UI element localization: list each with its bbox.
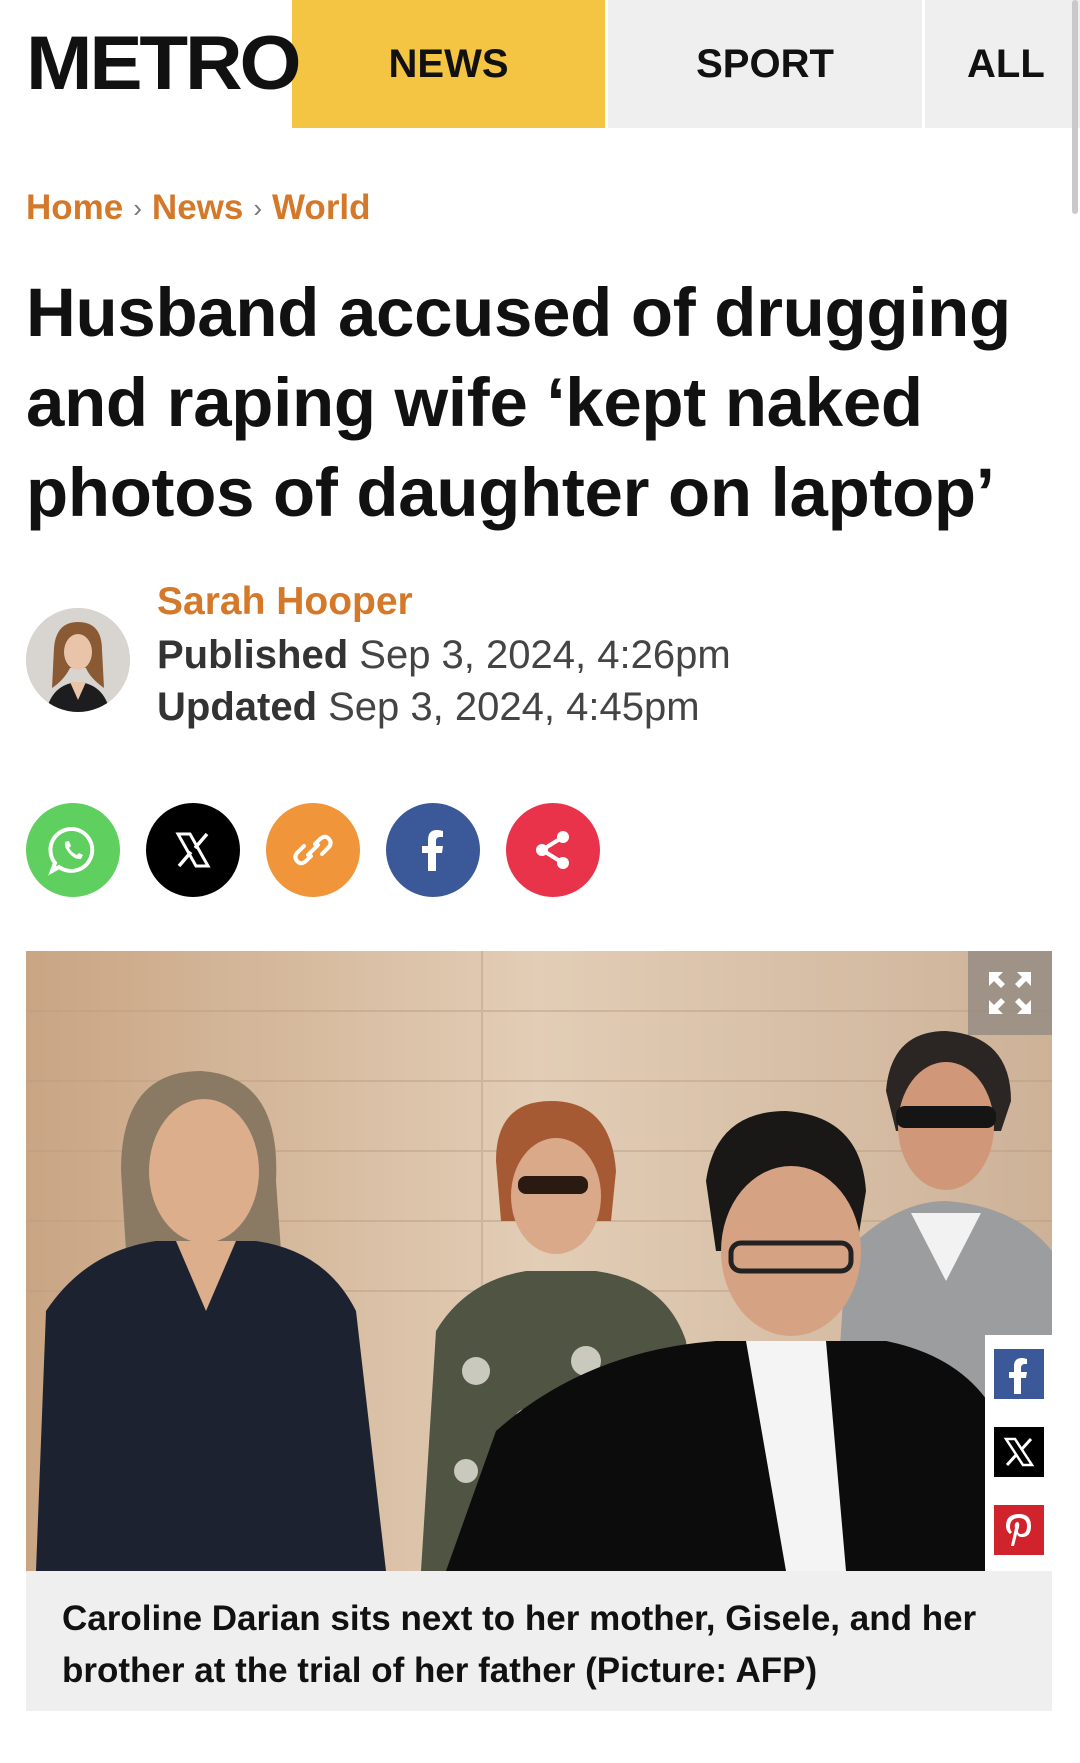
avatar-portrait [26,608,130,712]
breadcrumb: Home › News › World [26,188,371,228]
breadcrumb-news[interactable]: News [152,188,243,228]
image-pinterest-button[interactable] [993,1505,1044,1555]
link-icon [293,834,333,866]
page-scrollbar[interactable] [1072,0,1078,214]
x-share-button[interactable] [146,803,240,897]
image-facebook-button[interactable] [993,1349,1044,1399]
author-avatar[interactable] [26,608,130,712]
site-header: METRO NEWS SPORT ALL [0,0,1080,128]
expand-image-button[interactable] [968,951,1052,1035]
breadcrumb-separator: › [133,192,142,223]
share-bar [26,803,600,897]
metro-logo: METRO [26,21,302,106]
breadcrumb-world[interactable]: World [272,188,371,228]
x-icon [1003,1437,1034,1467]
tab-all[interactable]: ALL [925,0,1080,128]
published-line: Published Sep 3, 2024, 4:26pm [157,626,731,684]
tab-news[interactable]: NEWS [292,0,605,128]
updated-line: Updated Sep 3, 2024, 4:45pm [157,678,731,736]
logo-link[interactable]: METRO [0,0,302,128]
whatsapp-icon [48,826,95,876]
updated-label: Updated [157,685,317,729]
whatsapp-share-button[interactable] [26,803,120,897]
image-x-button[interactable] [993,1427,1044,1477]
breadcrumb-home[interactable]: Home [26,188,123,228]
expand-icon [989,972,1031,1014]
article-photo[interactable] [26,951,1052,1571]
author-name[interactable]: Sarah Hooper [157,578,731,626]
byline: Sarah Hooper Published Sep 3, 2024, 4:26… [157,578,731,736]
published-date: Sep 3, 2024, 4:26pm [359,633,731,677]
article-headline: Husband accused of drugging and raping w… [26,274,1011,531]
pinterest-icon [1005,1514,1031,1546]
breadcrumb-separator: › [253,192,263,223]
more-share-button[interactable] [506,803,600,897]
image-caption: Caroline Darian sits next to her mother,… [26,1571,1052,1711]
copy-link-button[interactable] [266,803,360,897]
share-icon [536,831,569,869]
facebook-icon [1008,1358,1027,1394]
published-label: Published [157,633,349,677]
x-icon [175,832,211,868]
courtroom-photo [26,951,1052,1571]
tab-sport[interactable]: SPORT [608,0,922,128]
facebook-icon [422,830,443,871]
facebook-share-button[interactable] [386,803,480,897]
image-share-bar [985,1335,1052,1571]
updated-date: Sep 3, 2024, 4:45pm [328,685,700,729]
